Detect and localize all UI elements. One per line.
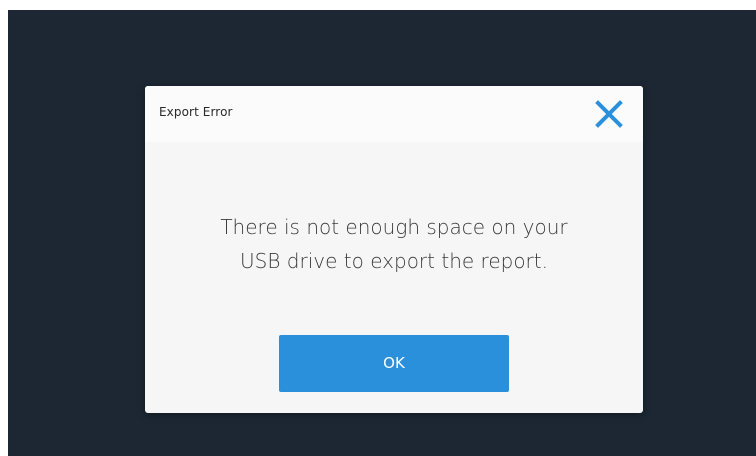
close-icon (595, 100, 623, 128)
dialog-header: Export Error (145, 86, 643, 142)
error-message-line: USB drive to export the report. (240, 249, 548, 273)
error-message-line: There is not enough space on your (220, 215, 568, 239)
error-message: There is not enough space on your USB dr… (165, 210, 623, 278)
screen-backdrop: Export Error There is not enough space o… (8, 10, 756, 456)
close-button[interactable] (593, 98, 625, 130)
dialog-title: Export Error (159, 105, 233, 119)
ok-button[interactable]: OK (279, 335, 509, 392)
export-error-dialog: Export Error There is not enough space o… (145, 86, 643, 413)
